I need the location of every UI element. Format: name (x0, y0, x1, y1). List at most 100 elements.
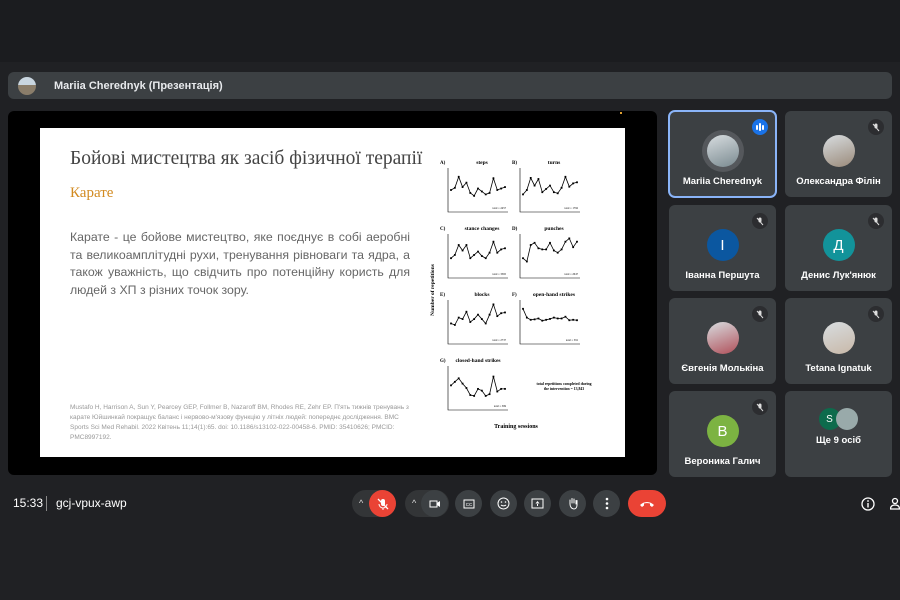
avatar: Д (822, 229, 855, 261)
captions-button[interactable]: CC (455, 490, 482, 517)
data-point (469, 321, 472, 323)
data-point (537, 178, 540, 180)
data-point (560, 317, 563, 320)
data-point (453, 186, 456, 189)
data-point (564, 315, 567, 318)
data-point (496, 390, 499, 393)
data-point (469, 192, 472, 194)
avatar-initial: В (717, 422, 728, 440)
data-point (473, 194, 476, 197)
data-point (484, 322, 487, 325)
data-point (477, 387, 479, 390)
data-point (457, 316, 460, 319)
figure-note: total repetitions completed during the in… (536, 382, 591, 391)
data-point (457, 244, 460, 246)
emoji-icon (497, 497, 510, 510)
data-point (504, 247, 506, 250)
captions-icon: CC (463, 499, 474, 508)
panel-total: total = 369 (494, 405, 507, 408)
data-point (453, 380, 456, 383)
data-point (492, 240, 495, 243)
data-point (496, 251, 499, 254)
data-point (560, 248, 563, 251)
data-point (529, 177, 532, 179)
presenter-bar: Mariia Cherednyk (Презентація) (8, 72, 892, 99)
data-point (564, 240, 567, 243)
mic-off-icon (752, 213, 768, 229)
data-point (480, 389, 483, 392)
data-point (453, 324, 456, 326)
data-point (556, 192, 559, 195)
raise-hand-button[interactable] (559, 490, 586, 517)
series-line (522, 237, 578, 263)
people-icon[interactable] (890, 497, 900, 511)
participant-tile[interactable]: Mariia Cherednyk (668, 110, 777, 198)
data-point (572, 246, 575, 249)
series-line (450, 175, 506, 197)
data-point (453, 254, 456, 256)
camera-toggle-button[interactable] (421, 490, 448, 517)
slide-subtitle: Карате (70, 185, 114, 201)
data-point (500, 187, 503, 190)
series-line (450, 376, 505, 397)
data-point (549, 318, 551, 320)
cursor-dot (620, 112, 622, 114)
data-point (461, 318, 464, 320)
panel-axes (519, 300, 580, 345)
data-point (500, 248, 503, 251)
presenter-label: Mariia Cherednyk (Презентація) (54, 79, 223, 92)
panel-total: total = 2737 (492, 339, 506, 342)
participant-tile[interactable]: Д Денис Лук'янюк (785, 205, 892, 291)
data-point (545, 188, 548, 190)
mic-off-icon (868, 306, 884, 322)
y-axis-label: Number of repetitions (430, 264, 436, 316)
panel-label: F) (512, 293, 517, 298)
mic-toggle-button[interactable] (369, 490, 396, 517)
participant-tile[interactable]: Олександра Філін (785, 111, 892, 197)
avatar-photo (822, 135, 855, 167)
more-options-button[interactable] (593, 490, 620, 517)
participant-tile[interactable]: Tetana Ignatuk (785, 298, 892, 384)
data-point (469, 257, 472, 260)
panel-axes (447, 234, 508, 279)
hand-icon (569, 498, 577, 510)
panel-total: total = 591 (566, 339, 579, 342)
data-point (465, 244, 468, 246)
data-point (568, 237, 571, 240)
mic-off-icon (377, 498, 388, 510)
data-point (529, 244, 532, 246)
leave-call-button[interactable] (628, 490, 666, 517)
data-point (533, 184, 536, 187)
data-point (480, 318, 483, 320)
panel-title: steps (476, 160, 488, 166)
panel-axes (519, 234, 580, 279)
data-point (477, 250, 479, 253)
present-button[interactable] (524, 490, 551, 517)
data-point (500, 387, 503, 390)
data-point (564, 175, 567, 178)
data-point (496, 189, 499, 191)
clock: 15:33 (13, 496, 44, 510)
data-point (576, 181, 578, 184)
data-point (450, 189, 452, 191)
data-point (552, 249, 555, 252)
meeting-info-icon[interactable] (861, 497, 875, 511)
data-point (461, 382, 464, 385)
data-point (545, 248, 548, 251)
panel-title: open-hand strikes (533, 292, 575, 298)
data-point (484, 395, 487, 397)
participant-tile[interactable]: Євгенія Молькіна (669, 298, 776, 384)
participant-tile[interactable]: S Ще 9 осіб (785, 391, 892, 477)
data-point (461, 186, 464, 188)
participant-tile[interactable]: В Вероника Галич (669, 391, 776, 477)
participant-tile[interactable]: І Іванна Першута (669, 205, 776, 291)
reactions-button[interactable] (490, 490, 517, 517)
present-screen-icon (531, 498, 544, 509)
presenter-avatar (18, 76, 36, 95)
data-point (480, 190, 483, 193)
data-point (533, 318, 536, 321)
participant-name: Ще 9 осіб (816, 435, 861, 446)
data-point (465, 387, 468, 389)
data-point (568, 185, 571, 188)
data-point (541, 319, 544, 322)
